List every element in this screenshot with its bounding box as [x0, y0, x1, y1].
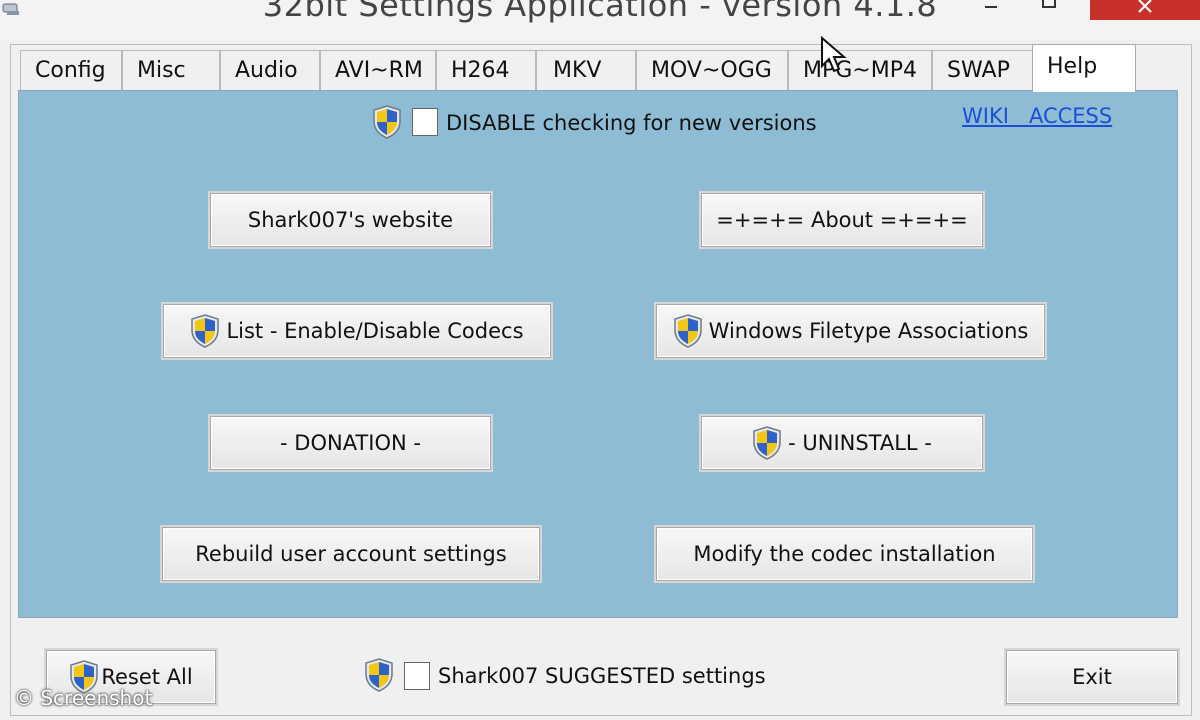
uac-shield-icon	[673, 314, 703, 348]
tab-help[interactable]: Help	[1032, 44, 1136, 92]
minimize-icon	[985, 6, 997, 8]
wiki-access-link[interactable]: WIKI ACCESS	[962, 104, 1112, 128]
button-label: =+=+= About =+=+=	[716, 208, 968, 232]
maximize-icon	[1042, 0, 1056, 8]
button-label: List - Enable/Disable Codecs	[226, 319, 524, 343]
modify-installation-button[interactable]: Modify the codec installation	[656, 527, 1033, 581]
website-button[interactable]: Shark007's website	[210, 193, 491, 247]
title-bar: 32bit Settings Application - version 4.1…	[0, 0, 1200, 40]
maximize-button[interactable]	[1024, 0, 1072, 18]
button-label: Modify the codec installation	[693, 542, 996, 566]
tab-h264[interactable]: H264	[436, 50, 536, 90]
mouse-cursor-icon	[821, 36, 847, 73]
tab-config[interactable]: Config	[20, 50, 122, 90]
close-icon	[1138, 0, 1152, 13]
button-label: Exit	[1072, 665, 1112, 689]
exit-button[interactable]: Exit	[1006, 650, 1178, 704]
tab-label: Misc	[137, 58, 186, 83]
uac-shield-icon	[372, 104, 402, 140]
tab-label: MKV	[553, 58, 602, 83]
tab-label: MOV~OGG	[651, 58, 772, 83]
tab-label: SWAP	[947, 58, 1010, 83]
suggested-settings-label: Shark007 SUGGESTED settings	[438, 664, 766, 688]
uac-shield-icon	[364, 657, 394, 693]
tab-mov-ogg[interactable]: MOV~OGG	[636, 50, 788, 90]
tab-label: Help	[1047, 54, 1098, 79]
disable-version-check-label: DISABLE checking for new versions	[446, 111, 817, 135]
codecs-list-button[interactable]: List - Enable/Disable Codecs	[163, 304, 551, 358]
watermark: © Screenshot	[14, 686, 153, 710]
window-title: 32bit Settings Application - version 4.1…	[262, 0, 938, 24]
filetype-associations-button[interactable]: Windows Filetype Associations	[656, 304, 1045, 358]
tab-label: H264	[451, 58, 510, 83]
tab-swap[interactable]: SWAP	[932, 50, 1034, 90]
tab-label: Config	[35, 58, 106, 83]
suggested-settings-checkbox[interactable]	[404, 662, 430, 690]
button-label: Shark007's website	[247, 208, 454, 232]
tab-avi-rm[interactable]: AVI~RM	[320, 50, 436, 90]
tab-misc[interactable]: Misc	[122, 50, 220, 90]
button-label: Windows Filetype Associations	[708, 319, 1029, 343]
tab-mpg-mp4[interactable]: MPG~MP4	[788, 50, 932, 90]
minimize-button[interactable]	[968, 0, 1014, 18]
tab-label: AVI~RM	[335, 58, 423, 83]
button-label: - UNINSTALL -	[788, 431, 932, 455]
uac-shield-icon	[752, 426, 782, 460]
tab-label: Audio	[235, 58, 298, 83]
uninstall-button[interactable]: - UNINSTALL -	[701, 416, 983, 470]
button-label: Rebuild user account settings	[195, 542, 507, 566]
button-label: - DONATION -	[280, 431, 421, 455]
rebuild-account-settings-button[interactable]: Rebuild user account settings	[162, 527, 540, 581]
tab-audio[interactable]: Audio	[220, 50, 320, 90]
uac-shield-icon	[190, 314, 220, 348]
close-button[interactable]	[1090, 0, 1200, 20]
donation-button[interactable]: - DONATION -	[210, 416, 491, 470]
tab-mkv[interactable]: MKV	[536, 50, 636, 90]
disable-version-check-checkbox[interactable]	[412, 108, 438, 136]
about-button[interactable]: =+=+= About =+=+=	[701, 193, 983, 247]
